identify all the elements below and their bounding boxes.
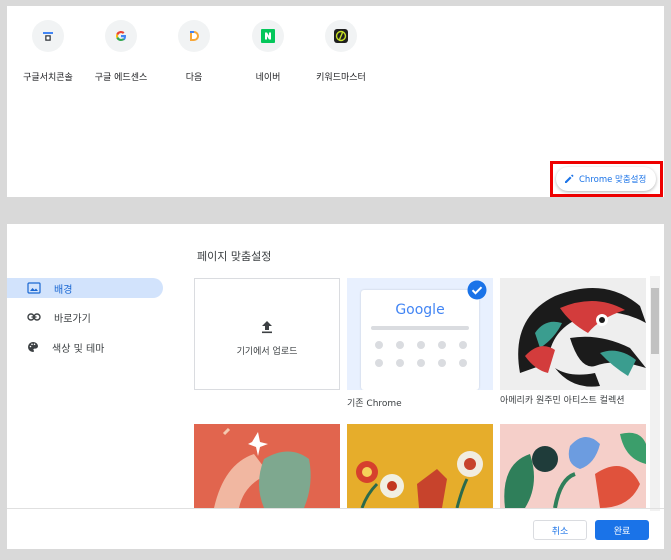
new-tab-page: 구글서치콘솔 구글 에드센스 다음 네이버 키워드마스터 Chrome 맞춤설정 [7, 6, 664, 197]
upload-label: 기기에서 업로드 [236, 347, 298, 357]
upload-from-device-tile[interactable]: 기기에서 업로드 [194, 278, 340, 390]
footer-divider [7, 508, 664, 509]
google-logo: Google [395, 302, 445, 318]
upload-icon [262, 321, 272, 334]
chrome-preview: Google [361, 290, 479, 390]
google-g-icon [105, 20, 137, 52]
collection-art-image [500, 424, 646, 508]
customize-dialog: 페이지 맞춤설정 배경 바로가기 색상 및 테마 기기에서 업로드 Google… [7, 224, 664, 549]
naver-icon [252, 20, 284, 52]
collection-image-tile[interactable] [347, 424, 493, 508]
done-button[interactable]: 완료 [595, 520, 649, 540]
scrollbar[interactable] [650, 276, 660, 511]
shortcut-search-console[interactable]: 구글서치콘솔 [15, 20, 81, 83]
shortcut-dots-preview [375, 341, 467, 367]
highlight-box: Chrome 맞춤설정 [550, 161, 663, 197]
nav-item-background[interactable]: 배경 [7, 278, 163, 298]
collection-art-image [518, 288, 646, 387]
shortcut-label: 다음 [185, 73, 203, 83]
tile-label: 기존 Chrome [347, 399, 402, 409]
nav-label: 색상 및 테마 [52, 343, 105, 355]
shortcut-keyword-master[interactable]: 키워드마스터 [308, 20, 374, 83]
nav-item-shortcuts[interactable]: 바로가기 [7, 307, 163, 327]
selected-check-icon [467, 280, 487, 300]
shortcut-label: 키워드마스터 [316, 73, 366, 83]
nav-label: 바로가기 [54, 313, 91, 325]
tile-label: 아메리카 원주민 아티스트 컬렉션 [500, 396, 625, 406]
nav-label: 배경 [54, 284, 73, 296]
shortcut-label: 구글서치콘솔 [23, 73, 73, 83]
shortcut-adsense[interactable]: 구글 에드센스 [88, 20, 154, 83]
pencil-icon [565, 174, 574, 183]
palette-icon [28, 342, 38, 352]
link-icon [27, 313, 41, 321]
nav-item-color-theme[interactable]: 색상 및 테마 [7, 337, 163, 357]
daum-icon [178, 20, 210, 52]
shortcut-daum[interactable]: 다음 [161, 20, 227, 83]
search-console-icon [32, 20, 64, 52]
native-american-artists-tile[interactable] [500, 278, 646, 390]
search-bar-preview [371, 326, 469, 330]
shortcut-naver[interactable]: 네이버 [235, 20, 301, 83]
customize-chrome-button[interactable]: Chrome 맞춤설정 [556, 167, 656, 191]
dialog-title: 페이지 맞춤설정 [197, 250, 272, 263]
cancel-button[interactable]: 취소 [533, 520, 587, 540]
collection-art-image [347, 424, 493, 508]
classic-chrome-tile[interactable]: Google [347, 278, 493, 390]
shortcut-label: 네이버 [255, 73, 281, 83]
collection-image-tile[interactable] [194, 424, 340, 508]
background-icon [27, 282, 41, 294]
customize-label: Chrome 맞춤설정 [579, 175, 647, 185]
collection-art-image [194, 424, 340, 508]
scrollbar-thumb[interactable] [651, 288, 659, 354]
shortcut-label: 구글 에드센스 [94, 73, 148, 83]
collection-image-tile[interactable] [500, 424, 646, 508]
keyword-master-icon [325, 20, 357, 52]
